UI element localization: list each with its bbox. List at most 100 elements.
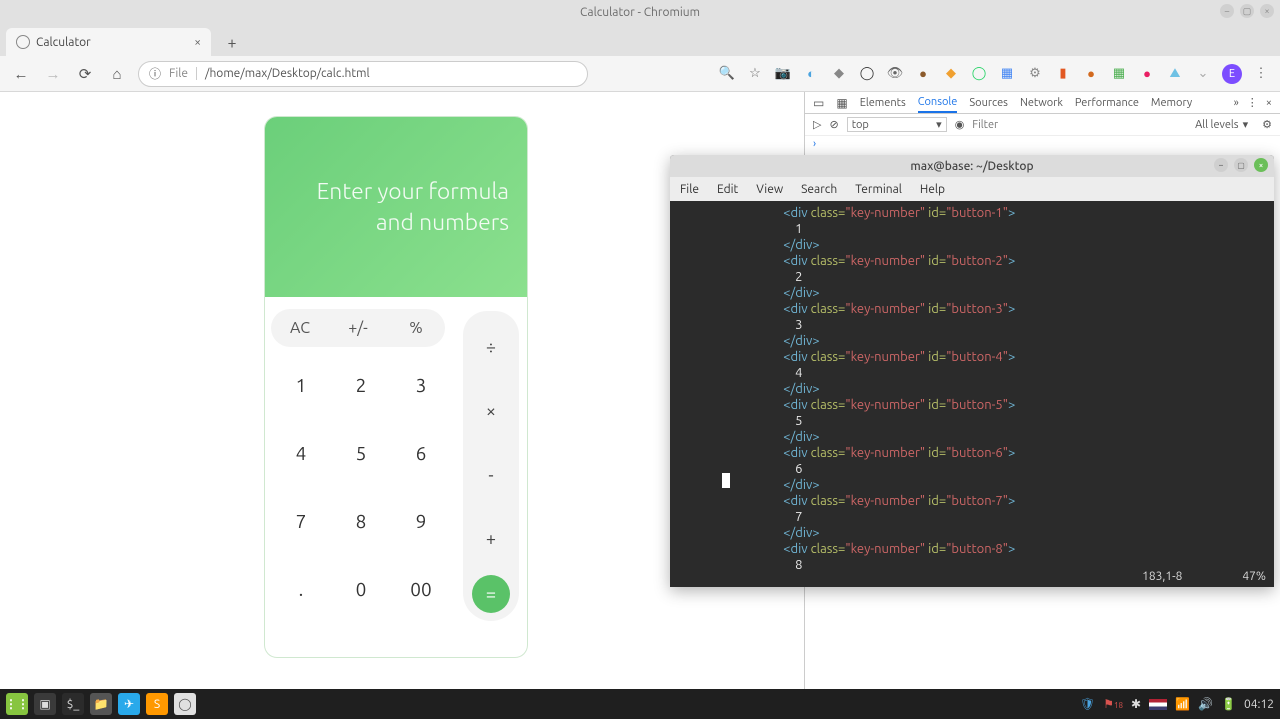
devtools-sidebar-icon[interactable]: ▷ (813, 118, 821, 131)
key-dot[interactable]: . (271, 555, 331, 623)
address-bar[interactable]: ⓘ File /home/max/Desktop/calc.html (138, 61, 588, 87)
key-add[interactable]: + (463, 507, 519, 571)
tray-update-icon[interactable]: ⚑18 (1103, 697, 1123, 711)
tray-keyboard-layout-icon[interactable] (1149, 699, 1167, 710)
key-0[interactable]: 0 (331, 555, 391, 623)
operator-column: ÷ × - + = (463, 311, 519, 621)
devtools-tab-console[interactable]: Console (918, 93, 958, 113)
camera-icon[interactable]: 📷 (774, 65, 792, 83)
key-6[interactable]: 6 (391, 419, 451, 487)
devtools-inspect-icon[interactable]: ▭ (813, 96, 824, 110)
key-9[interactable]: 9 (391, 487, 451, 555)
tray-shield-icon[interactable]: 🛡 (1080, 697, 1095, 711)
key-2[interactable]: 2 (331, 351, 391, 419)
ext-icon-6[interactable]: ▦ (1110, 65, 1128, 83)
browser-toolbar: ← → ⟳ ⌂ ⓘ File /home/max/Desktop/calc.ht… (0, 56, 1280, 92)
star-icon[interactable]: ☆ (746, 65, 764, 83)
key-5[interactable]: 5 (331, 419, 391, 487)
search-icon[interactable]: 🔍 (718, 65, 736, 83)
window-maximize-button[interactable]: ▢ (1240, 4, 1254, 18)
key-4[interactable]: 4 (271, 419, 331, 487)
taskbar-files-icon[interactable]: ▣ (34, 693, 56, 715)
start-menu-icon[interactable]: ⋮⋮ (6, 693, 28, 715)
key-sign[interactable]: +/- (329, 309, 387, 347)
taskbar-terminal-icon[interactable]: $_ (62, 693, 84, 715)
window-close-button[interactable]: × (1260, 4, 1274, 18)
devtools-tab-performance[interactable]: Performance (1075, 94, 1139, 112)
tray-volume-icon[interactable]: 🔊 (1198, 697, 1213, 711)
tab-close-icon[interactable]: × (194, 36, 201, 49)
translate-icon[interactable]: ▦ (998, 65, 1016, 83)
taskbar-sublime-icon[interactable]: S (146, 693, 168, 715)
reload-button[interactable]: ⟳ (74, 63, 96, 85)
key-percent[interactable]: % (387, 309, 445, 347)
key-00[interactable]: 00 (391, 555, 451, 623)
browser-menu-icon[interactable]: ⋮ (1252, 65, 1270, 83)
terminal-window: max@base: ~/Desktop – ▢ × File Edit View… (670, 155, 1274, 587)
devtools-more-icon[interactable]: » (1234, 97, 1239, 109)
devtools-filter-input[interactable] (972, 119, 1187, 131)
terminal-menu-help[interactable]: Help (920, 183, 945, 196)
terminal-menu-terminal[interactable]: Terminal (855, 183, 902, 196)
devtools-live-icon[interactable]: ◉ (955, 118, 965, 131)
eye-icon[interactable]: 👁 (886, 65, 904, 83)
key-3[interactable]: 3 (391, 351, 451, 419)
chevron-down-icon[interactable]: ⌄ (1194, 65, 1212, 83)
back-button[interactable]: ← (10, 63, 32, 85)
terminal-menu-search[interactable]: Search (801, 183, 837, 196)
tray-bluetooth-icon[interactable]: ✱ (1131, 697, 1141, 711)
ext-icon-4[interactable]: ◆ (942, 65, 960, 83)
key-1[interactable]: 1 (271, 351, 331, 419)
forward-button[interactable]: → (42, 63, 64, 85)
site-info-icon[interactable]: ⓘ (149, 65, 161, 82)
terminal-maximize-button[interactable]: ▢ (1234, 158, 1248, 172)
terminal-body[interactable]: <div class="key-number" id="button-1"> 1… (670, 201, 1274, 587)
taskbar-telegram-icon[interactable]: ✈ (118, 693, 140, 715)
devtools-menu-icon[interactable]: ⋮ (1247, 96, 1258, 109)
cookie-icon[interactable]: ● (1082, 65, 1100, 83)
ext-icon-3[interactable]: ● (914, 65, 932, 83)
devtools-tab-sources[interactable]: Sources (969, 94, 1008, 112)
gear-icon[interactable]: ⚙ (1026, 65, 1044, 83)
devtools-settings-icon[interactable]: ⚙ (1262, 118, 1272, 131)
tray-wifi-icon[interactable]: 📶 (1175, 697, 1190, 711)
github-icon[interactable]: ◯ (858, 65, 876, 83)
devtools-tab-memory[interactable]: Memory (1151, 94, 1192, 112)
key-8[interactable]: 8 (331, 487, 391, 555)
terminal-title: max@base: ~/Desktop (910, 160, 1033, 173)
terminal-close-button[interactable]: × (1254, 158, 1268, 172)
window-minimize-button[interactable]: – (1220, 4, 1234, 18)
devtools-clear-icon[interactable]: ⊘ (829, 118, 838, 131)
whatsapp-icon[interactable]: ◯ (970, 65, 988, 83)
ext-icon-1[interactable]: ◐ (802, 65, 820, 83)
ext-icon-7[interactable]: ● (1138, 65, 1156, 83)
terminal-menu-edit[interactable]: Edit (717, 183, 738, 196)
profile-avatar[interactable]: E (1222, 64, 1242, 84)
devtools-close-icon[interactable]: × (1266, 97, 1272, 109)
key-divide[interactable]: ÷ (463, 315, 519, 379)
tray-clock[interactable]: 04:12 (1244, 698, 1274, 711)
devtools-tab-elements[interactable]: Elements (860, 94, 906, 112)
taskbar-folder-icon[interactable]: 📁 (90, 693, 112, 715)
new-tab-button[interactable]: + (219, 30, 245, 56)
key-multiply[interactable]: × (463, 379, 519, 443)
terminal-menu-view[interactable]: View (756, 183, 783, 196)
terminal-menu-file[interactable]: File (680, 183, 699, 196)
tray-battery-icon[interactable]: 🔋 (1221, 697, 1236, 711)
devtools-context-select[interactable]: top▾ (847, 117, 947, 132)
devtools-levels-select[interactable]: All levels▾ (1195, 118, 1248, 131)
ext-icon-2[interactable]: ◆ (830, 65, 848, 83)
devtools-console-prompt[interactable]: › (805, 136, 1280, 152)
terminal-minimize-button[interactable]: – (1214, 158, 1228, 172)
ext-icon-5[interactable]: ▮ (1054, 65, 1072, 83)
home-button[interactable]: ⌂ (106, 63, 128, 85)
devtools-tab-network[interactable]: Network (1020, 94, 1063, 112)
key-ac[interactable]: AC (271, 309, 329, 347)
taskbar-chromium-icon[interactable]: ◯ (174, 693, 196, 715)
devtools-device-icon[interactable]: ▦ (836, 96, 847, 110)
key-subtract[interactable]: - (463, 443, 519, 507)
key-equals[interactable]: = (472, 575, 510, 613)
ext-icon-8[interactable]: ⛰ (1166, 65, 1184, 83)
key-7[interactable]: 7 (271, 487, 331, 555)
browser-tab[interactable]: Calculator × (6, 28, 211, 56)
